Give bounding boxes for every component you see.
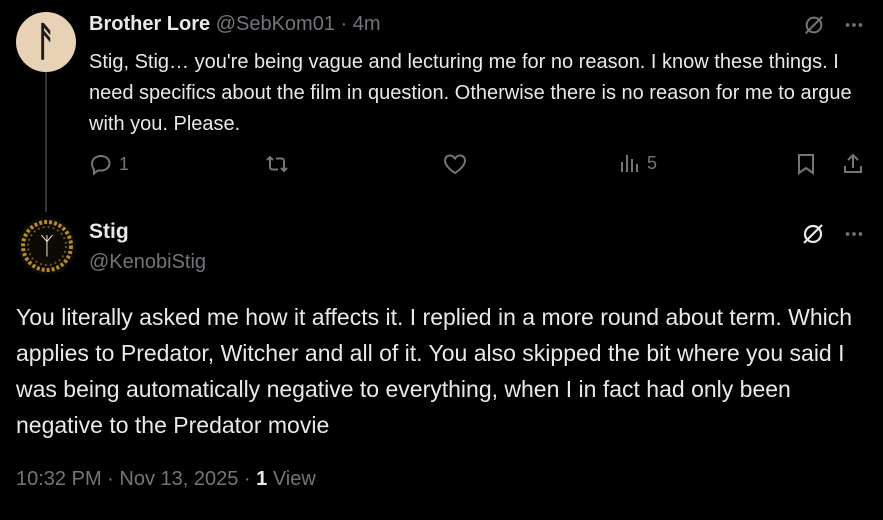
display-name[interactable]: Stig — [89, 220, 129, 244]
avatar[interactable]: ᚨ — [16, 12, 76, 72]
avatar[interactable]: ᛉ — [18, 217, 76, 275]
post-actions: 1 5 — [89, 152, 869, 182]
post-text: You literally asked me how it affects it… — [16, 304, 853, 438]
post-meta: 10:32 PM · Nov 13, 2025 · 1 View — [16, 468, 316, 491]
grok-icon[interactable] — [801, 222, 825, 246]
repost-button[interactable] — [263, 152, 291, 176]
avatar-rune: ᛉ — [39, 232, 55, 260]
display-name[interactable]: Brother Lore — [89, 13, 210, 35]
time-ago[interactable]: 4m — [353, 13, 381, 35]
views-count: 5 — [647, 152, 658, 173]
repost-icon — [263, 152, 291, 176]
grok-icon[interactable] — [803, 14, 825, 36]
bookmark-icon — [795, 152, 817, 176]
handle[interactable]: @SebKom01 — [216, 13, 335, 35]
like-button[interactable] — [442, 152, 468, 176]
timestamp[interactable]: 10:32 PM · Nov 13, 2025 · — [16, 468, 256, 490]
thread-connector-line — [45, 72, 47, 212]
share-icon — [841, 152, 865, 176]
views-label: View — [267, 468, 316, 490]
handle[interactable]: @KenobiStig — [89, 251, 206, 274]
more-icon[interactable] — [843, 14, 865, 36]
more-icon[interactable] — [843, 223, 865, 245]
views-button[interactable]: 5 — [619, 152, 657, 174]
avatar-rune: ᚨ — [34, 19, 58, 65]
bookmark-button[interactable] — [795, 152, 817, 176]
post-top-icons — [801, 222, 865, 246]
reply-icon — [89, 152, 113, 176]
reply-count: 1 — [119, 153, 130, 174]
share-button[interactable] — [841, 152, 865, 176]
views-icon — [619, 152, 641, 174]
like-icon — [442, 152, 468, 176]
post-header: Brother Lore @SebKom01 · 4m — [89, 13, 381, 36]
reply-button[interactable]: 1 — [89, 152, 129, 176]
separator: · — [340, 13, 348, 35]
post-top-icons — [803, 14, 865, 36]
post-text: Stig, Stig… you're being vague and lectu… — [89, 51, 852, 135]
views-number: 1 — [256, 468, 268, 490]
